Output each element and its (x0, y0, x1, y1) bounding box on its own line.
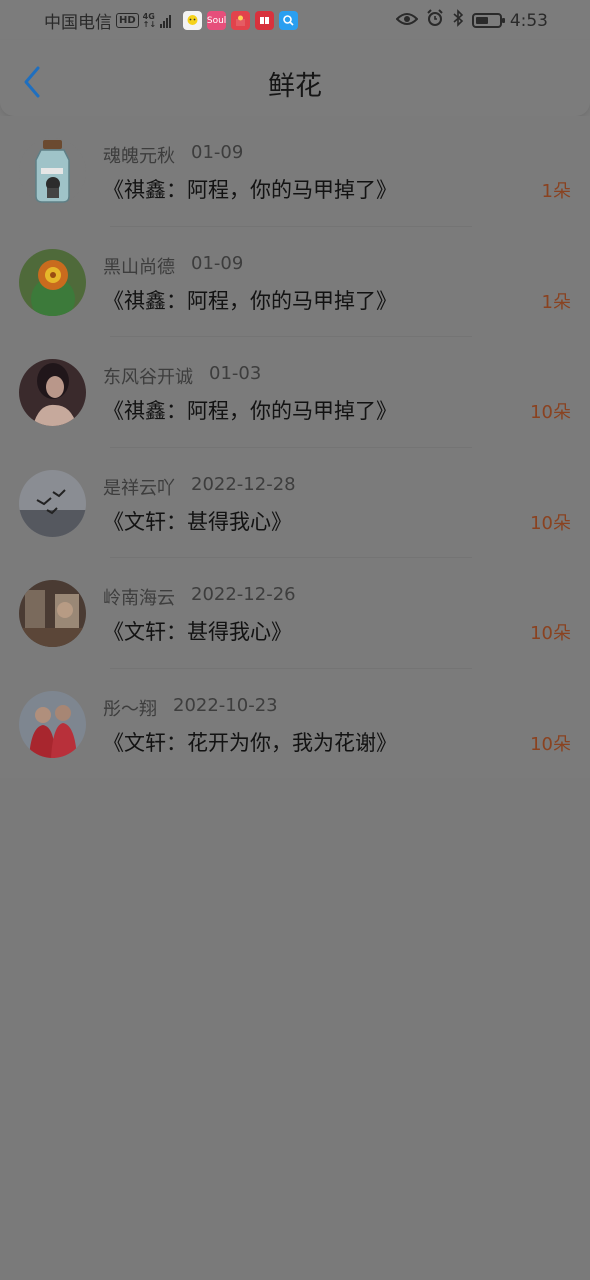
record-date: 2022-12-26 (191, 584, 296, 605)
song-title[interactable]: 《文轩：花开为你，我为花谢》 (103, 727, 397, 757)
flower-count: 10朵 (530, 512, 571, 534)
battery-icon (471, 13, 505, 28)
list-item[interactable]: 魂魄元秋 01-09 《祺鑫：阿程，你的马甲掉了》 1朵 (0, 116, 590, 227)
carrier-name: 中国电信 (44, 13, 112, 33)
sender-name[interactable]: 东风谷开诚 (103, 363, 193, 389)
notification-app-icons: Soul (183, 11, 299, 30)
signal-icon (160, 14, 172, 28)
record-meta: 黑山尚德 01-09 (103, 253, 243, 279)
song-title[interactable]: 《文轩：甚得我心》 (103, 506, 292, 536)
list-item[interactable]: 东风谷开诚 01-03 《祺鑫：阿程，你的马甲掉了》 10朵 (0, 337, 590, 448)
list-item[interactable]: 黑山尚德 01-09 《祺鑫：阿程，你的马甲掉了》 1朵 (0, 227, 590, 337)
avatar[interactable] (19, 138, 86, 205)
sender-name[interactable]: 彤～翔 (103, 695, 157, 721)
record-meta: 岭南海云 2022-12-26 (103, 584, 296, 610)
record-date: 01-09 (191, 142, 244, 163)
flower-count: 1朵 (541, 291, 571, 313)
list-item[interactable]: 是祥云吖 2022-12-28 《文轩：甚得我心》 10朵 (0, 448, 590, 558)
status-bar: 中国电信 HD 4G ↑↓ Soul 4:53 (0, 0, 590, 40)
hd-icon: HD (116, 13, 139, 28)
record-date: 2022-12-28 (191, 473, 296, 495)
status-right: 4:53 (395, 9, 548, 32)
search-app-icon (279, 11, 299, 30)
reader-app-icon (255, 11, 275, 30)
sender-name[interactable]: 岭南海云 (103, 584, 175, 610)
record-meta: 东风谷开诚 01-03 (103, 363, 261, 389)
record-date: 01-09 (191, 252, 244, 274)
flower-count: 1朵 (541, 181, 571, 202)
sender-name[interactable]: 黑山尚德 (103, 253, 175, 279)
song-title[interactable]: 《祺鑫：阿程，你的马甲掉了》 (103, 395, 397, 425)
page-title: 鲜花 (268, 71, 322, 102)
avatar[interactable] (19, 690, 86, 758)
avatar[interactable] (19, 469, 86, 537)
clock-time: 4:53 (509, 10, 548, 31)
bluetooth-icon (452, 9, 464, 32)
record-date: 2022-10-23 (173, 694, 278, 716)
top-nav-bar: 鲜花 (0, 40, 590, 116)
alarm-icon (426, 9, 444, 32)
list-item[interactable]: 岭南海云 2022-12-26 《文轩：甚得我心》 10朵 (0, 558, 590, 669)
flower-record-list: 魂魄元秋 01-09 《祺鑫：阿程，你的马甲掉了》 1朵 黑山尚德 01-09 … (0, 116, 590, 778)
avatar[interactable] (19, 580, 86, 647)
avatar[interactable] (19, 248, 86, 316)
song-title[interactable]: 《文轩：甚得我心》 (103, 616, 292, 646)
flower-count: 10朵 (530, 402, 571, 423)
status-left: 中国电信 HD 4G ↑↓ Soul (44, 8, 299, 33)
sender-name[interactable]: 魂魄元秋 (103, 142, 175, 168)
flower-count: 10朵 (530, 733, 571, 755)
sender-name[interactable]: 是祥云吖 (103, 474, 175, 500)
network-type: 4G ↑↓ (142, 11, 157, 29)
record-meta: 是祥云吖 2022-12-28 (103, 474, 296, 500)
flower-count: 10朵 (530, 623, 571, 644)
gift-app-icon (231, 11, 251, 30)
record-meta: 魂魄元秋 01-09 (103, 142, 243, 168)
song-title[interactable]: 《祺鑫：阿程，你的马甲掉了》 (103, 174, 397, 204)
soul-app-icon: Soul (207, 11, 226, 30)
eye-icon (395, 11, 419, 31)
avatar[interactable] (19, 359, 86, 426)
record-date: 01-03 (209, 363, 262, 384)
song-title[interactable]: 《祺鑫：阿程，你的马甲掉了》 (103, 285, 397, 315)
list-item[interactable]: 彤～翔 2022-10-23 《文轩：花开为你，我为花谢》 10朵 (0, 669, 590, 780)
record-meta: 彤～翔 2022-10-23 (103, 695, 278, 721)
chat-bubble-icon (183, 11, 203, 30)
